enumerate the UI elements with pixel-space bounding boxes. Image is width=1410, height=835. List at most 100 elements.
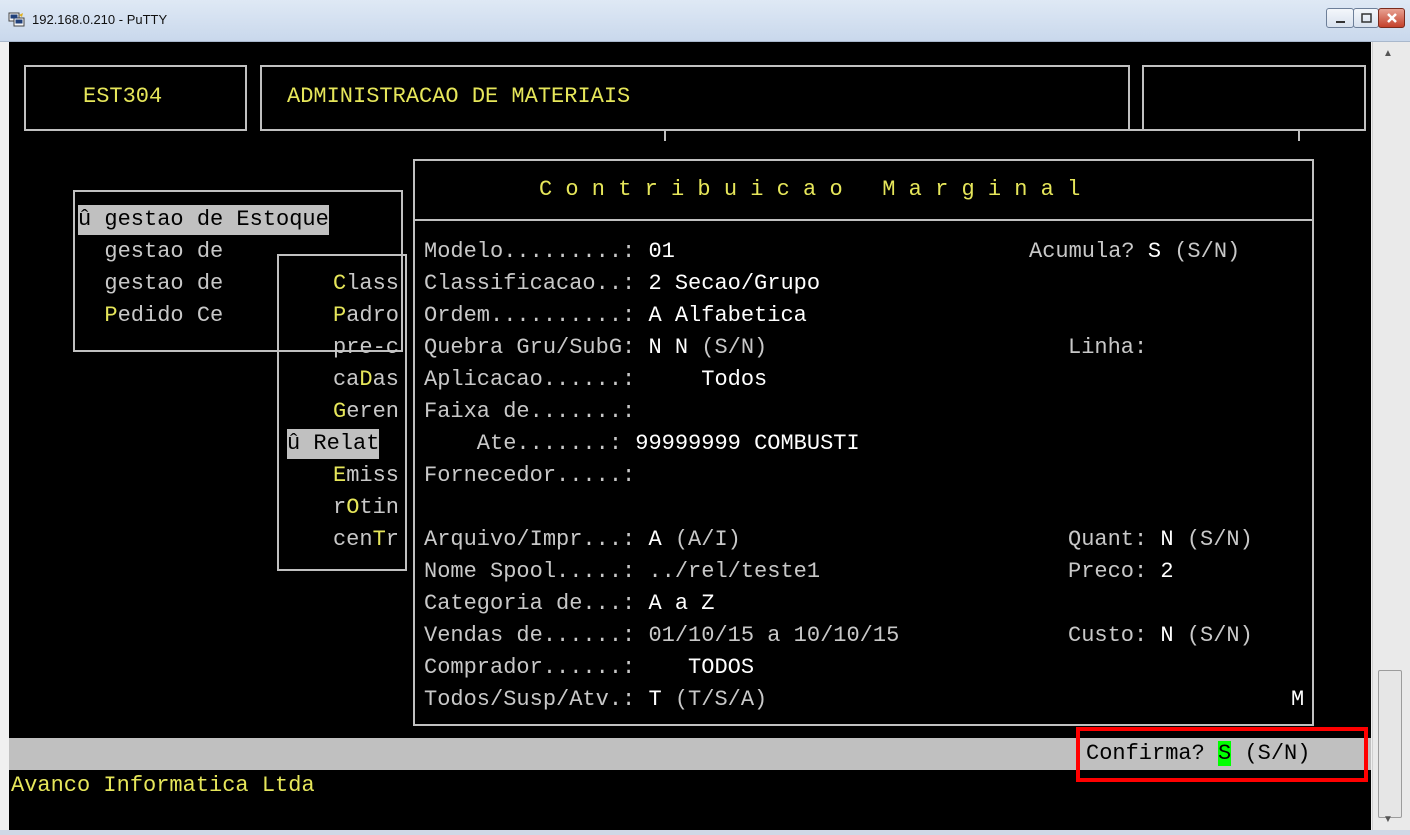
field-value: A — [648, 527, 662, 552]
field-hint: (A/I) — [674, 527, 741, 552]
menu-item-text: eren — [346, 399, 399, 424]
field-faixa[interactable]: Faixa de.......: — [424, 397, 635, 427]
field-ordem[interactable]: Ordem..........: A Alfabetica — [424, 301, 807, 331]
field-quebra[interactable]: Quebra Gru/SubG: N N (S/N) — [424, 333, 767, 363]
menu-hotkey: D — [359, 367, 373, 392]
field-comprador[interactable]: Comprador......: TODOS — [424, 653, 754, 683]
vertical-scrollbar[interactable]: ▲ ▼ — [1372, 42, 1410, 832]
menu-hotkey: C — [332, 271, 347, 296]
dialog-title-divider — [413, 219, 1314, 221]
field-nome-spool[interactable]: Nome Spool.....: ../rel/teste1 — [424, 557, 820, 587]
field-label: Categoria de...: — [424, 591, 636, 616]
field-quant[interactable]: Quant: N (S/N) — [1068, 525, 1253, 555]
scroll-down-icon[interactable]: ▼ — [1383, 814, 1393, 825]
field-value: 01/10/15 a 10/10/15 — [648, 623, 900, 648]
menu-item-text: pre-c — [332, 335, 399, 360]
menu-item-text: ca — [332, 367, 360, 392]
close-icon — [1387, 13, 1397, 23]
submenu-item[interactable]: cenTr — [287, 525, 399, 555]
confirm-highlight-box — [1076, 727, 1368, 782]
field-hint: (S/N) — [1174, 239, 1241, 264]
minimize-button[interactable] — [1326, 8, 1354, 28]
field-label: Quebra Gru/SubG: — [424, 335, 636, 360]
field-arquivo[interactable]: Arquivo/Impr...: A (A/I) — [424, 525, 741, 555]
field-classificacao[interactable]: Classificacao..: 2 Secao/Grupo — [424, 269, 820, 299]
submenu-item[interactable]: pre-c — [287, 333, 399, 363]
field-label: Fornecedor.....: — [424, 463, 636, 488]
terminal-screen[interactable]: EST304 ADMINISTRACAO DE MATERIAIS û gest… — [9, 42, 1371, 830]
menu-item-text: lass — [346, 271, 399, 296]
field-value: 2 Secao/Grupo — [648, 271, 821, 296]
menu-item-text: r — [385, 527, 399, 552]
program-code: EST304 — [83, 84, 163, 109]
header-divider-tick-left — [664, 129, 666, 141]
scrollbar-thumb[interactable] — [1378, 670, 1402, 818]
field-value: A Alfabetica — [648, 303, 807, 328]
menu-item-text: gestao de — [78, 271, 224, 296]
menu-hotkey: O — [346, 495, 360, 520]
field-value: Todos — [648, 367, 768, 392]
module-title: ADMINISTRACAO DE MATERIAIS — [287, 84, 631, 109]
close-button[interactable] — [1378, 8, 1405, 28]
field-label: Ate.......: — [424, 431, 623, 456]
header-right-box — [1142, 65, 1366, 131]
menu-item-text: edido Ce — [117, 303, 224, 328]
field-label: Acumula? — [1029, 239, 1135, 264]
maximize-icon — [1361, 13, 1372, 23]
submenu-item-relatorios[interactable]: û Relat — [287, 429, 380, 459]
menu-item[interactable]: Pedido Ce — [78, 301, 223, 331]
field-preco[interactable]: Preco: 2 — [1068, 557, 1174, 587]
field-value: N — [1160, 527, 1174, 552]
menu-item-gestao-estoque[interactable]: û gestao de Estoque — [78, 205, 329, 235]
field-label: Preco: — [1068, 559, 1148, 584]
field-value: N N — [648, 335, 689, 360]
field-custo[interactable]: Custo: N (S/N) — [1068, 621, 1253, 651]
submenu-item[interactable]: Geren — [287, 397, 399, 427]
menu-item-text: cen — [332, 527, 373, 552]
menu-item[interactable]: gestao de — [78, 237, 223, 267]
field-fornecedor[interactable]: Fornecedor.....: — [424, 461, 635, 491]
field-vendas[interactable]: Vendas de......: 01/10/15 a 10/10/15 — [424, 621, 899, 651]
corner-mark: M — [1291, 687, 1305, 712]
header-divider — [664, 129, 1300, 131]
field-label: Ordem..........: — [424, 303, 636, 328]
field-label: Quant: — [1068, 527, 1148, 552]
submenu-item[interactable]: caDas — [287, 365, 399, 395]
field-hint: (T/S/A) — [674, 687, 768, 712]
menu-item-text: tin — [359, 495, 399, 520]
menu-item-text: as — [372, 367, 399, 392]
submenu-item[interactable]: Padro — [287, 301, 399, 331]
menu-item[interactable]: gestao de — [78, 269, 223, 299]
field-label: Modelo.........: — [424, 239, 636, 264]
menu-item-text: miss — [346, 463, 399, 488]
submenu-item[interactable]: Emiss — [287, 461, 399, 491]
window-bottom-edge — [0, 830, 1410, 835]
field-acumula[interactable]: Acumula? S (S/N) — [1029, 237, 1240, 267]
dialog-title: C o n t r i b u i c a o M a r g i n a l — [539, 177, 1081, 202]
field-hint: (S/N) — [1186, 623, 1253, 648]
field-modelo[interactable]: Modelo.........: 01 — [424, 237, 675, 267]
field-label: Vendas de......: — [424, 623, 636, 648]
field-todos-susp-atv[interactable]: Todos/Susp/Atv.: T (T/S/A) — [424, 685, 767, 715]
field-value: A a Z — [648, 591, 715, 616]
field-value: ../rel/teste1 — [648, 559, 821, 584]
submenu-item[interactable]: Class — [287, 269, 399, 299]
submenu-item[interactable]: rOtin — [287, 493, 399, 523]
field-label: Linha: — [1068, 335, 1148, 360]
field-categoria[interactable]: Categoria de...: A a Z — [424, 589, 714, 619]
field-linha[interactable]: Linha: — [1068, 333, 1147, 363]
field-aplicacao[interactable]: Aplicacao......: Todos — [424, 365, 767, 395]
scroll-up-icon[interactable]: ▲ — [1383, 48, 1393, 59]
field-label: Nome Spool.....: — [424, 559, 636, 584]
field-label: Faixa de.......: — [424, 399, 636, 424]
menu-hotkey: T — [372, 527, 386, 552]
field-value: S — [1147, 239, 1162, 264]
menu-item-text: gestao de — [78, 239, 224, 264]
maximize-button[interactable] — [1353, 8, 1379, 28]
field-label: Arquivo/Impr...: — [424, 527, 636, 552]
field-value: TODOS — [648, 655, 755, 680]
menu-hotkey: E — [332, 463, 347, 488]
field-ate[interactable]: Ate.......: 99999999 COMBUSTI — [424, 429, 860, 459]
field-hint: (S/N) — [701, 335, 768, 360]
field-label: Todos/Susp/Atv.: — [424, 687, 636, 712]
